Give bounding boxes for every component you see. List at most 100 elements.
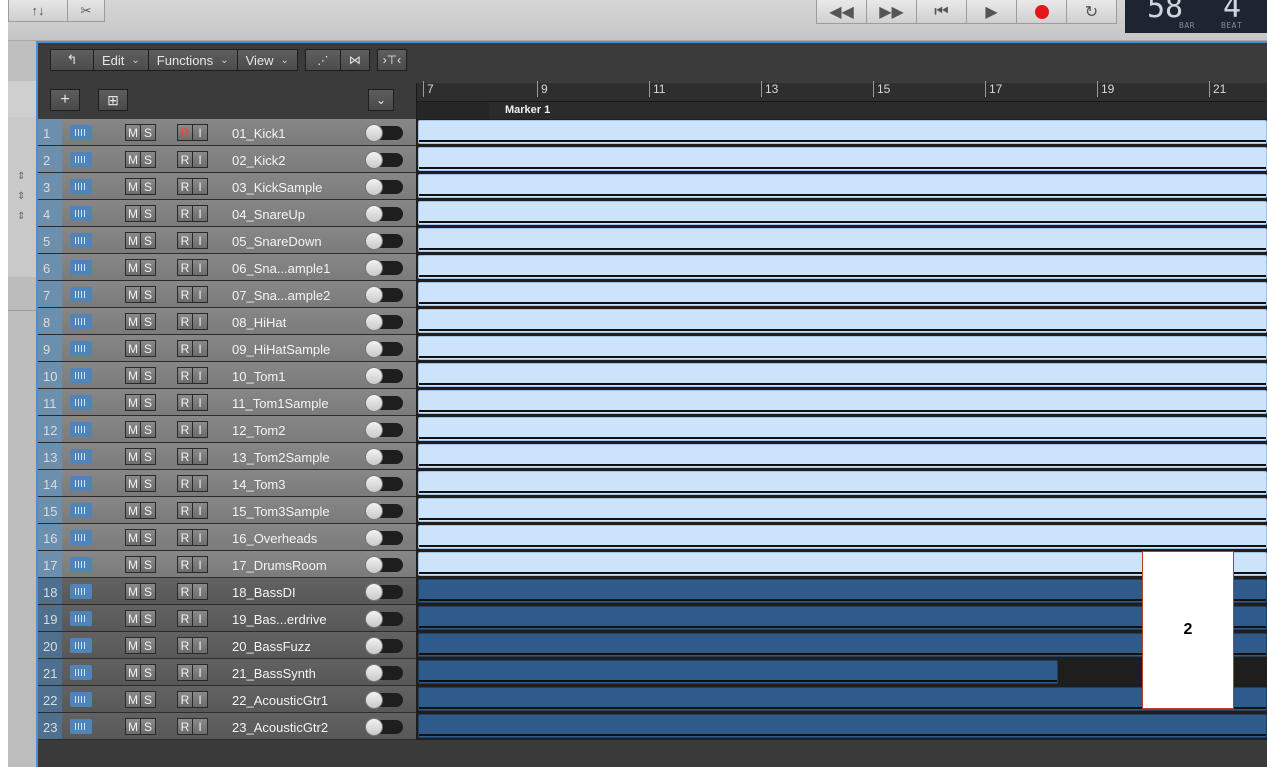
track-on-off-toggle[interactable]	[365, 664, 403, 682]
track-header[interactable]: 19 M S R I 19_Bas...erdrive	[38, 605, 416, 632]
track-header[interactable]: 3 M S R I 03_KickSample	[38, 173, 416, 200]
track-header[interactable]: 13 M S R I 13_Tom2Sample	[38, 443, 416, 470]
track-header[interactable]: 6 M S R I 06_Sna...ample1	[38, 254, 416, 281]
solo-button[interactable]: S	[140, 124, 156, 141]
track-on-off-toggle[interactable]	[365, 367, 403, 385]
record-enable-button[interactable]: R	[177, 151, 193, 168]
record-enable-button[interactable]: R	[177, 718, 193, 735]
mute-button[interactable]: M	[125, 448, 141, 465]
lcd-display[interactable]: 58 4 BAR BEAT	[1125, 0, 1267, 33]
audio-region[interactable]	[418, 390, 1267, 414]
mute-button[interactable]: M	[125, 610, 141, 627]
play-button[interactable]: ▶	[966, 0, 1017, 24]
mute-button[interactable]: M	[125, 232, 141, 249]
input-monitor-button[interactable]: I	[192, 637, 208, 654]
audio-region[interactable]	[418, 228, 1267, 252]
record-enable-button[interactable]: R	[177, 124, 193, 141]
record-enable-button[interactable]: R	[177, 475, 193, 492]
go-to-beginning-button[interactable]: ⏮	[916, 0, 967, 24]
input-monitor-button[interactable]: I	[192, 502, 208, 519]
record-button[interactable]	[1016, 0, 1067, 24]
audio-region[interactable]	[418, 147, 1267, 171]
mute-button[interactable]: M	[125, 367, 141, 384]
track-on-off-toggle[interactable]	[365, 124, 403, 142]
record-enable-button[interactable]: R	[177, 313, 193, 330]
input-monitor-button[interactable]: I	[192, 394, 208, 411]
track-name[interactable]: 05_SnareDown	[232, 227, 372, 253]
track-on-off-toggle[interactable]	[365, 394, 403, 412]
audio-region[interactable]	[418, 498, 1267, 522]
audio-region[interactable]	[418, 444, 1267, 468]
mute-button[interactable]: M	[125, 286, 141, 303]
audio-region[interactable]	[418, 201, 1267, 225]
input-monitor-button[interactable]: I	[192, 205, 208, 222]
functions-menu[interactable]: Functions ⌄	[147, 49, 238, 71]
track-name[interactable]: 08_HiHat	[232, 308, 372, 334]
input-monitor-button[interactable]: I	[192, 259, 208, 276]
stepper-icon[interactable]: ⇕	[17, 191, 25, 202]
input-monitor-button[interactable]: I	[192, 475, 208, 492]
solo-button[interactable]: S	[140, 529, 156, 546]
input-monitor-button[interactable]: I	[192, 718, 208, 735]
solo-button[interactable]: S	[140, 286, 156, 303]
mute-button[interactable]: M	[125, 529, 141, 546]
track-header[interactable]: 11 M S R I 11_Tom1Sample	[38, 389, 416, 416]
track-name[interactable]: 15_Tom3Sample	[232, 497, 372, 523]
record-enable-button[interactable]: R	[177, 232, 193, 249]
collapse-button[interactable]: ⌄	[368, 89, 394, 111]
stepper-icon[interactable]: ⇕	[17, 171, 25, 182]
solo-button[interactable]: S	[140, 151, 156, 168]
global-tracks-button[interactable]: ⊞	[98, 89, 128, 111]
mute-button[interactable]: M	[125, 421, 141, 438]
input-monitor-button[interactable]: I	[192, 448, 208, 465]
solo-button[interactable]: S	[140, 178, 156, 195]
mute-button[interactable]: M	[125, 151, 141, 168]
solo-button[interactable]: S	[140, 259, 156, 276]
bar-ruler[interactable]: 7 9 11 13 15 17 19 21 Marker 1	[416, 81, 1267, 120]
track-name[interactable]: 02_Kick2	[232, 146, 372, 172]
automation-button[interactable]: ⋰	[304, 49, 341, 71]
audio-region[interactable]	[418, 120, 1267, 144]
audio-region[interactable]	[418, 633, 1267, 657]
record-enable-button[interactable]: R	[177, 691, 193, 708]
tool-button-a[interactable]: ↑↓	[8, 0, 68, 22]
track-name[interactable]: 03_KickSample	[232, 173, 372, 199]
solo-button[interactable]: S	[140, 610, 156, 627]
record-enable-button[interactable]: R	[177, 529, 193, 546]
record-enable-button[interactable]: R	[177, 421, 193, 438]
track-header[interactable]: 14 M S R I 14_Tom3	[38, 470, 416, 497]
edit-menu[interactable]: Edit ⌄	[93, 49, 149, 71]
track-on-off-toggle[interactable]	[365, 529, 403, 547]
solo-button[interactable]: S	[140, 340, 156, 357]
track-header[interactable]: 18 M S R I 18_BassDI	[38, 578, 416, 605]
audio-region[interactable]	[418, 687, 1267, 711]
track-header[interactable]: 22 M S R I 22_AcousticGtr1	[38, 686, 416, 713]
mute-button[interactable]: M	[125, 394, 141, 411]
record-enable-button[interactable]: R	[177, 367, 193, 384]
mute-button[interactable]: M	[125, 340, 141, 357]
mute-button[interactable]: M	[125, 502, 141, 519]
record-enable-button[interactable]: R	[177, 340, 193, 357]
track-on-off-toggle[interactable]	[365, 340, 403, 358]
audio-region[interactable]	[418, 255, 1267, 279]
audio-region[interactable]	[418, 552, 1267, 576]
audio-region[interactable]	[418, 417, 1267, 441]
record-enable-button[interactable]: R	[177, 259, 193, 276]
mute-button[interactable]: M	[125, 178, 141, 195]
record-enable-button[interactable]: R	[177, 664, 193, 681]
track-header[interactable]: 12 M S R I 12_Tom2	[38, 416, 416, 443]
track-header[interactable]: 7 M S R I 07_Sna...ample2	[38, 281, 416, 308]
track-header[interactable]: 1 M S R I 01_Kick1	[38, 119, 416, 146]
track-on-off-toggle[interactable]	[365, 556, 403, 574]
track-on-off-toggle[interactable]	[365, 421, 403, 439]
add-track-button[interactable]: +	[50, 89, 80, 111]
mute-button[interactable]: M	[125, 313, 141, 330]
solo-button[interactable]: S	[140, 313, 156, 330]
mute-button[interactable]: M	[125, 637, 141, 654]
track-name[interactable]: 21_BassSynth	[232, 659, 372, 685]
audio-region[interactable]	[418, 282, 1267, 306]
track-on-off-toggle[interactable]	[365, 475, 403, 493]
solo-button[interactable]: S	[140, 448, 156, 465]
track-on-off-toggle[interactable]	[365, 502, 403, 520]
track-name[interactable]: 01_Kick1	[232, 119, 372, 145]
